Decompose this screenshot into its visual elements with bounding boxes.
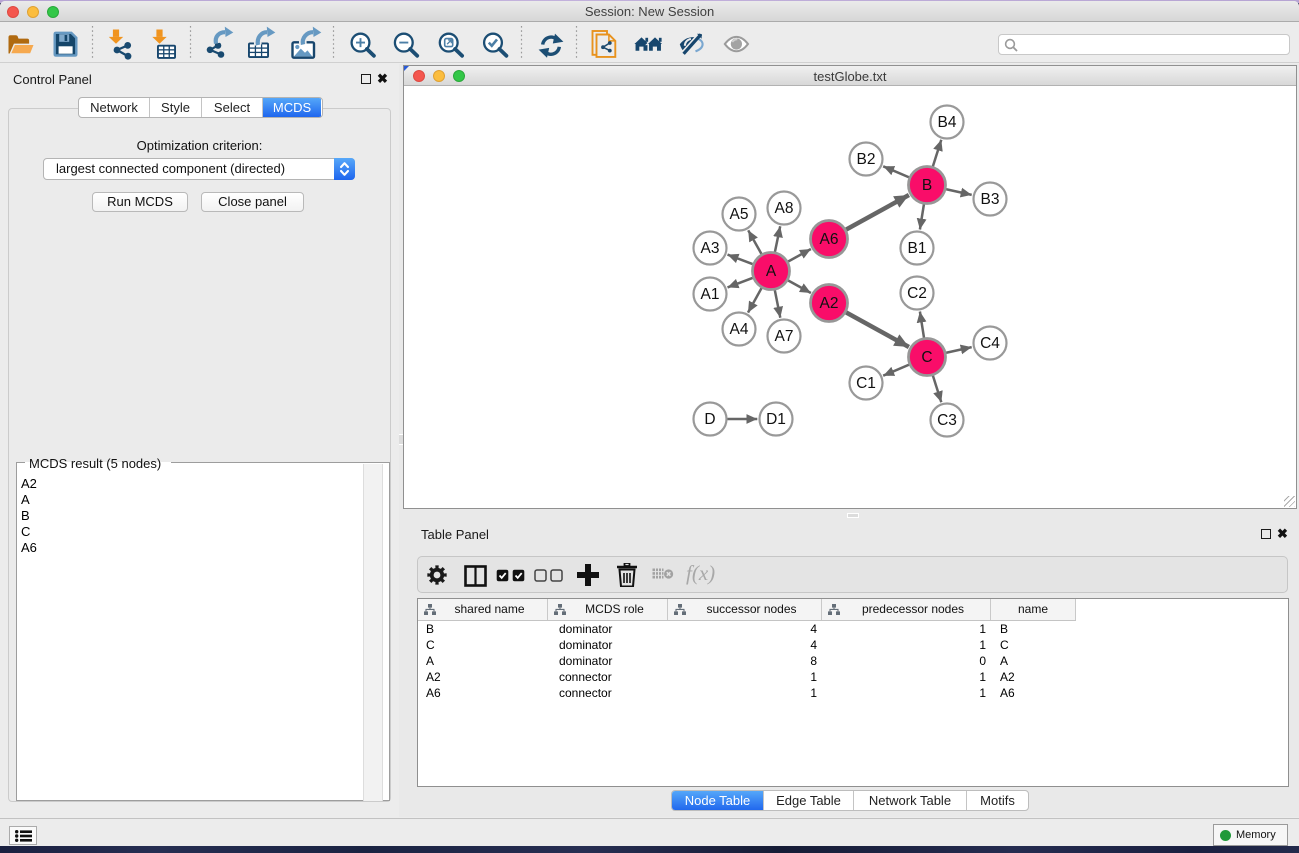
svg-text:B: B: [922, 177, 932, 194]
svg-text:C4: C4: [980, 335, 1000, 352]
svg-text:A4: A4: [730, 321, 749, 338]
svg-text:C: C: [921, 349, 932, 366]
svg-text:A8: A8: [775, 200, 794, 217]
svg-text:A7: A7: [775, 328, 794, 345]
svg-text:A2: A2: [820, 295, 839, 312]
svg-text:A: A: [766, 263, 777, 280]
svg-text:D: D: [704, 411, 715, 428]
svg-text:A3: A3: [701, 240, 720, 257]
svg-text:C2: C2: [907, 285, 927, 302]
svg-text:A6: A6: [820, 231, 839, 248]
svg-text:A5: A5: [730, 206, 749, 223]
svg-text:A1: A1: [701, 286, 720, 303]
svg-text:D1: D1: [766, 411, 786, 428]
svg-text:B1: B1: [908, 240, 927, 257]
svg-text:B2: B2: [857, 151, 876, 168]
svg-text:C1: C1: [856, 375, 876, 392]
svg-text:B4: B4: [938, 114, 957, 131]
svg-text:C3: C3: [937, 412, 957, 429]
svg-text:B3: B3: [981, 191, 1000, 208]
